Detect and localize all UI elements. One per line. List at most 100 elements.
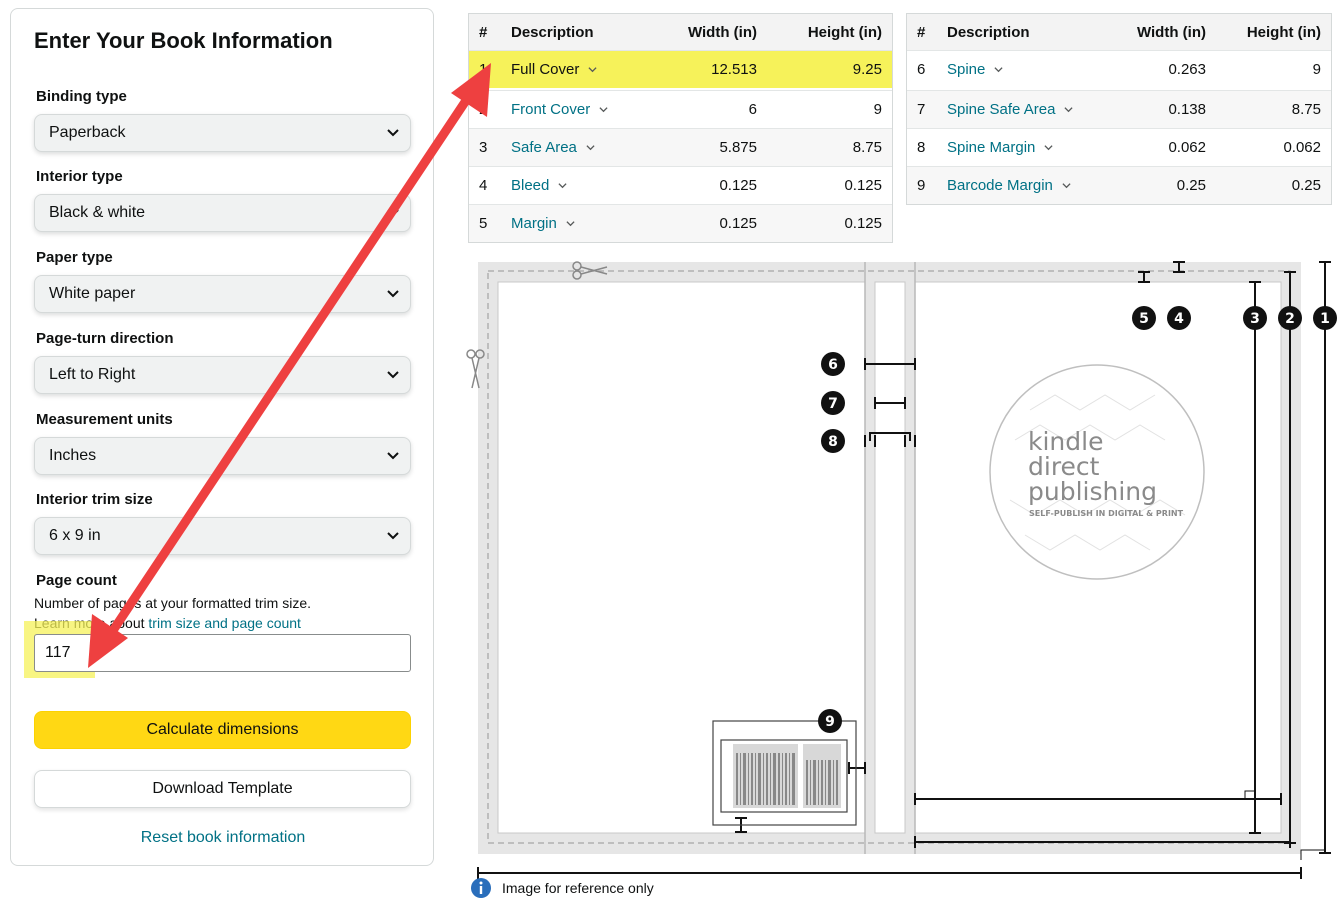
row-number: 7 [917,101,926,118]
interior-type-select[interactable]: Black & white [34,194,411,232]
row-width: 12.513 [711,61,757,78]
row-number: 5 [479,215,488,232]
binding-type-value: Paperback [49,124,126,141]
col-height: Height (in) [807,23,882,41]
table-row: 5 Margin 0.125 0.125 [469,204,892,242]
chevron-down-icon [558,183,567,189]
reset-book-info-link[interactable]: Reset book information [11,829,435,847]
chevron-down-icon [387,129,399,137]
reference-note: Image for reference only [470,877,654,898]
table-header: # Description Width (in) Height (in) [469,14,892,50]
row-width: 0.062 [1168,139,1206,156]
table-row: 6 Spine 0.263 9 [907,50,1331,88]
row-height: 9 [1312,61,1321,78]
row-width: 0.125 [719,215,757,232]
trim-size-select[interactable]: 6 x 9 in [34,517,411,555]
kdp-logo: kindle direct publishing SELF-PUBLISH IN… [989,364,1205,580]
download-template-button[interactable]: Download Template [34,770,411,808]
description-text: Front Cover [511,101,591,118]
row-description[interactable]: Bleed [511,167,567,204]
row-description[interactable]: Barcode Margin [947,167,1071,204]
col-number: # [479,23,488,41]
paper-type-select[interactable]: White paper [34,275,411,313]
col-description: Description [511,23,594,41]
description-text: Bleed [511,177,550,194]
row-number: 8 [917,139,926,156]
row-description[interactable]: Full Cover [511,51,597,88]
marker-7: 7 [821,391,845,415]
row-description[interactable]: Spine [947,51,1003,88]
svg-text:9: 9 [825,714,835,730]
row-height: 8.75 [1291,101,1321,118]
col-height: Height (in) [1246,23,1321,41]
description-text: Spine [947,61,986,78]
marker-4: 4 [1167,306,1191,330]
chevron-down-icon [1044,145,1053,151]
book-info-panel: Enter Your Book Information Binding type… [10,8,434,866]
chevron-down-icon [387,532,399,540]
trim-size-value: 6 x 9 in [49,527,101,544]
row-description[interactable]: Spine Margin [947,129,1053,166]
row-height: 9.25 [852,61,882,78]
description-text: Barcode Margin [947,177,1053,194]
row-number: 9 [917,177,926,194]
row-description[interactable]: Margin [511,205,575,242]
chevron-down-icon [387,371,399,379]
cover-template-diagram: kindle direct publishing SELF-PUBLISH IN… [466,261,1337,879]
description-text: Safe Area [511,139,577,156]
row-height: 0.25 [1291,177,1321,194]
page-count-label: Page count [36,572,117,589]
col-width: Width (in) [1136,23,1206,41]
marker-2: 2 [1278,306,1302,330]
svg-text:6: 6 [828,357,838,373]
row-height: 0.125 [844,215,882,232]
description-text: Full Cover [511,61,580,78]
row-number: 3 [479,139,488,156]
marker-8: 8 [821,429,845,453]
description-text: Margin [511,215,557,232]
paper-type-value: White paper [49,285,136,302]
svg-text:3: 3 [1250,311,1260,327]
marker-5: 5 [1132,306,1156,330]
row-description[interactable]: Front Cover [511,91,608,128]
row-description[interactable]: Safe Area [511,129,595,166]
chevron-down-icon [586,145,595,151]
logo-line3: publishing [1028,477,1157,506]
row-number: 1 [479,61,488,78]
measurement-units-value: Inches [49,447,97,464]
row-number: 2 [479,101,488,118]
measurement-units-label: Measurement units [36,411,173,428]
chevron-down-icon [994,67,1003,73]
chevron-down-icon [387,209,399,217]
table-row: 3 Safe Area 5.875 8.75 [469,128,892,166]
row-description[interactable]: Spine Safe Area [947,91,1073,128]
interior-type-value: Black & white [49,204,146,221]
measurement-units-select[interactable]: Inches [34,437,411,475]
binding-type-select[interactable]: Paperback [34,114,411,152]
table-row: 7 Spine Safe Area 0.138 8.75 [907,90,1331,128]
dimensions-table-right: # Description Width (in) Height (in) 6 S… [906,13,1332,205]
row-number: 6 [917,61,926,78]
chevron-down-icon [1062,183,1071,189]
panel-title: Enter Your Book Information [34,28,333,53]
trim-size-page-count-link[interactable]: trim size and page count [148,615,301,631]
page-turn-label: Page-turn direction [36,330,174,347]
page-count-help: Number of pages at your formatted trim s… [34,595,311,611]
logo-tagline: SELF-PUBLISH IN DIGITAL & PRINT [1029,509,1184,518]
chevron-down-icon [588,67,597,73]
svg-text:4: 4 [1174,311,1184,327]
svg-text:1: 1 [1320,311,1330,327]
calculate-dimensions-button[interactable]: Calculate dimensions [34,711,411,749]
table-row: 2 Front Cover 6 9 [469,90,892,128]
page-count-input[interactable]: 117 [34,634,411,672]
page-turn-select[interactable]: Left to Right [34,356,411,394]
table-row: 4 Bleed 0.125 0.125 [469,166,892,204]
col-description: Description [947,23,1030,41]
chevron-down-icon [566,221,575,227]
dimensions-table-left: # Description Width (in) Height (in) 1 F… [468,13,893,243]
row-height: 8.75 [852,139,882,156]
row-height: 0.125 [844,177,882,194]
table-row: 9 Barcode Margin 0.25 0.25 [907,166,1331,204]
table-row: 1 Full Cover 12.513 9.25 [469,50,892,88]
binding-type-label: Binding type [36,88,127,105]
